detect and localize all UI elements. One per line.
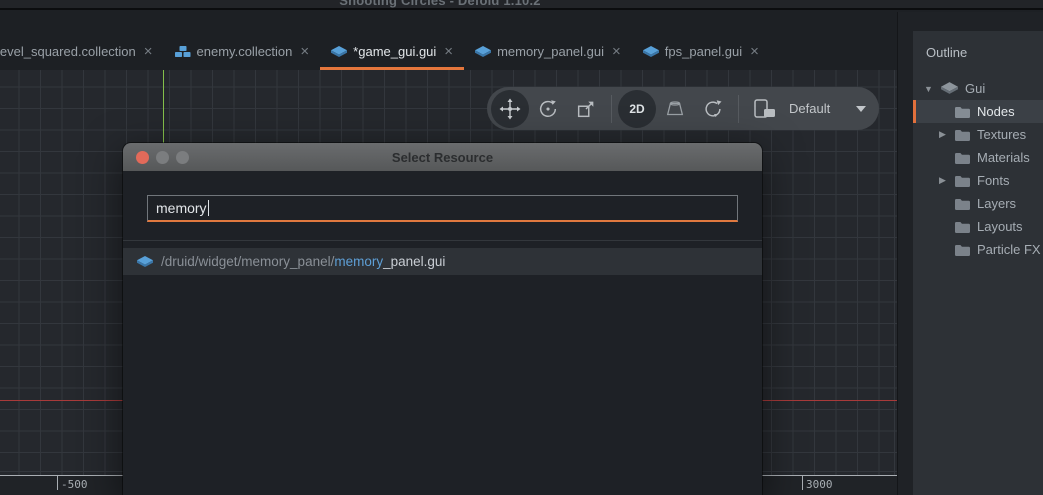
- tree-item-label: Layers: [977, 196, 1016, 211]
- window-controls: [136, 143, 189, 171]
- chevron-down-icon: [856, 106, 866, 112]
- tree-item-particle-fx[interactable]: Particle FX: [913, 238, 1043, 261]
- tree-item-gui[interactable]: ▼ Gui: [913, 77, 1043, 100]
- device-icon: [751, 98, 777, 120]
- ruler-label: -500: [61, 478, 88, 491]
- tree-item-label: Fonts: [977, 173, 1010, 188]
- tab-label: memory_panel.gui: [497, 44, 604, 59]
- collection-icon: [175, 46, 191, 58]
- outline-panel-title: Outline: [926, 45, 967, 60]
- folder-icon: [955, 175, 970, 187]
- tab-memory-panel-gui[interactable]: memory_panel.gui ×: [464, 36, 632, 70]
- window-titlebar: Shooting Circles - Defold 1.10.2: [0, 0, 1043, 10]
- folder-icon: [955, 244, 970, 256]
- gui-icon: [941, 82, 958, 95]
- frustum-icon: [664, 98, 686, 120]
- text-caret: [208, 200, 209, 216]
- toolbar-separator: [611, 95, 612, 123]
- gui-icon: [331, 46, 347, 58]
- close-window-button[interactable]: [136, 151, 149, 164]
- outline-tree: ▼ Gui Nodes ▶ Textures Mate: [913, 77, 1043, 261]
- gui-icon: [475, 46, 491, 58]
- defold-editor-window: Shooting Circles - Defold 1.10.2 level_s…: [0, 0, 1043, 495]
- rotate-icon: [537, 98, 559, 120]
- layout-dropdown[interactable]: Default: [789, 101, 866, 116]
- gui-icon: [137, 256, 153, 268]
- folder-icon: [955, 198, 970, 210]
- editor-tabbar: level_squared.collection × enemy.collect…: [0, 12, 897, 70]
- green-axis-guide: [163, 70, 164, 143]
- tree-item-nodes[interactable]: Nodes: [913, 100, 1043, 123]
- layout-device-button[interactable]: [745, 90, 783, 128]
- toolbar-separator: [738, 95, 739, 123]
- folder-icon: [955, 152, 970, 164]
- tab-strip: level_squared.collection × enemy.collect…: [0, 36, 770, 70]
- refresh-icon: [702, 98, 724, 120]
- scale-tool-button[interactable]: [567, 90, 605, 128]
- tab-level-squared-collection[interactable]: level_squared.collection ×: [0, 36, 164, 70]
- gui-icon: [643, 46, 659, 58]
- tree-item-layouts[interactable]: Layouts: [913, 215, 1043, 238]
- tab-fps-panel-gui[interactable]: fps_panel.gui ×: [632, 36, 770, 70]
- tree-item-textures[interactable]: ▶ Textures: [913, 123, 1043, 146]
- tree-item-fonts[interactable]: ▶ Fonts: [913, 169, 1043, 192]
- tree-item-label: Textures: [977, 127, 1026, 142]
- caret-collapsed-icon[interactable]: ▶: [937, 175, 948, 186]
- move-tool-button[interactable]: [491, 90, 529, 128]
- caret-expanded-icon[interactable]: ▼: [923, 84, 934, 94]
- dialog-divider: [123, 240, 762, 241]
- tab-label: fps_panel.gui: [665, 44, 742, 59]
- search-input-value: memory: [156, 200, 207, 216]
- right-sidebar: Outline ▼ Gui Nodes ▶ Textures: [897, 12, 1043, 495]
- result-path-prefix: /druid/widget/memory_panel/: [161, 254, 334, 269]
- tab-label: level_squared.collection: [0, 44, 136, 59]
- close-icon[interactable]: ×: [750, 44, 759, 59]
- tab-enemy-collection[interactable]: enemy.collection ×: [164, 36, 321, 70]
- folder-icon: [955, 221, 970, 233]
- window-title: Shooting Circles - Defold 1.10.2: [0, 0, 880, 8]
- folder-icon: [955, 129, 970, 141]
- perspective-button[interactable]: [656, 90, 694, 128]
- 2d-mode-button[interactable]: 2D: [618, 90, 656, 128]
- result-path-suffix: _panel.gui: [383, 254, 445, 269]
- reset-camera-button[interactable]: [694, 90, 732, 128]
- 2d-mode-label: 2D: [629, 102, 644, 116]
- select-resource-dialog: Select Resource memory /druid/widget/mem…: [123, 143, 762, 495]
- outline-panel: Outline ▼ Gui Nodes ▶ Textures: [913, 31, 1043, 495]
- tree-item-label: Particle FX: [977, 242, 1041, 257]
- close-icon[interactable]: ×: [612, 44, 621, 59]
- tab-game-gui[interactable]: *game_gui.gui ×: [320, 36, 464, 70]
- dialog-title: Select Resource: [392, 150, 493, 165]
- tab-label: *game_gui.gui: [353, 44, 436, 59]
- scale-icon: [575, 98, 597, 120]
- ruler-tick: [57, 476, 58, 490]
- tree-item-label: Layouts: [977, 219, 1023, 234]
- close-icon[interactable]: ×: [144, 44, 153, 59]
- zoom-window-button[interactable]: [176, 151, 189, 164]
- rotate-tool-button[interactable]: [529, 90, 567, 128]
- ruler-label: 3000: [806, 478, 833, 491]
- caret-collapsed-icon[interactable]: ▶: [937, 129, 948, 140]
- minimize-window-button[interactable]: [156, 151, 169, 164]
- move-icon: [498, 97, 522, 121]
- scene-toolbar: 2D: [487, 87, 879, 130]
- close-icon[interactable]: ×: [300, 44, 309, 59]
- folder-icon: [955, 106, 970, 118]
- tab-label: enemy.collection: [197, 44, 293, 59]
- result-match-highlight: memory: [334, 254, 383, 269]
- tree-item-label: Nodes: [977, 104, 1015, 119]
- tree-item-label: Materials: [977, 150, 1030, 165]
- dialog-titlebar[interactable]: Select Resource: [123, 143, 762, 171]
- search-result-row[interactable]: /druid/widget/memory_panel/memory_panel.…: [123, 248, 762, 275]
- result-path: /druid/widget/memory_panel/memory_panel.…: [161, 254, 445, 269]
- close-icon[interactable]: ×: [444, 44, 453, 59]
- ruler-tick: [802, 476, 803, 490]
- tree-item-label: Gui: [965, 81, 985, 96]
- tree-item-layers[interactable]: Layers: [913, 192, 1043, 215]
- resource-search-input[interactable]: memory: [147, 195, 738, 222]
- tree-item-materials[interactable]: Materials: [913, 146, 1043, 169]
- layout-dropdown-value: Default: [789, 101, 830, 116]
